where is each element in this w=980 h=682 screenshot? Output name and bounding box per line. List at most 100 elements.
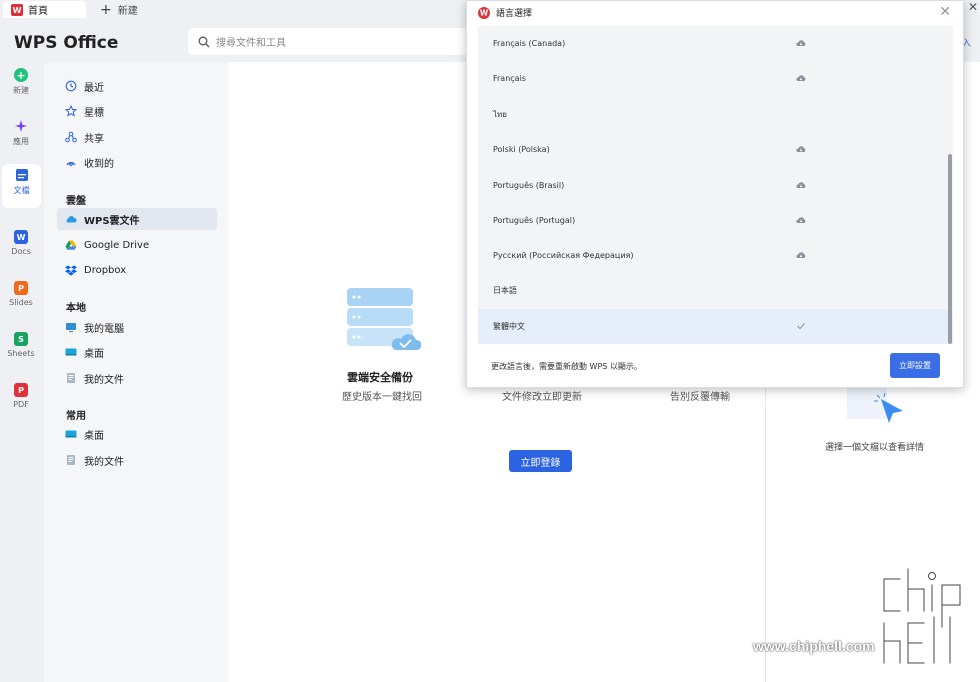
search-input[interactable]: 搜尋文件和工具 xyxy=(188,28,478,55)
language-name: Русский (Российская Федерация) xyxy=(493,251,634,260)
google-drive-icon xyxy=(65,240,77,250)
nav-shared[interactable]: 共享 xyxy=(57,126,217,148)
rail-apps[interactable]: 應用 xyxy=(0,115,42,159)
search-placeholder: 搜尋文件和工具 xyxy=(216,38,286,49)
language-option[interactable]: Français (Canada) xyxy=(478,26,953,61)
language-dialog: W 語言選擇 ✕ Français (Canada) Français ไทย … xyxy=(466,0,964,388)
rail-docs[interactable]: W Docs xyxy=(0,226,42,270)
rail-pdf-label: PDF xyxy=(13,400,29,409)
login-button[interactable]: 立即登錄 xyxy=(509,450,572,472)
language-option-selected[interactable]: 繁體中文 xyxy=(478,309,953,344)
pdf-icon: P xyxy=(14,383,28,397)
rail-docs-label: Docs xyxy=(11,247,31,256)
nav-my-docs[interactable]: 我的文件 xyxy=(57,367,217,389)
cloud-download-icon xyxy=(796,217,806,223)
window-close-icon[interactable]: ✕ xyxy=(968,0,978,14)
cloud-download-icon xyxy=(796,40,806,46)
rail-documents[interactable]: 文檔 xyxy=(2,164,41,208)
nav-recent-label: 最近 xyxy=(84,82,104,94)
wps-logo-icon: W xyxy=(11,3,23,16)
rail-apps-label: 應用 xyxy=(13,137,29,146)
computer-icon xyxy=(66,323,76,333)
nav-dropbox[interactable]: Dropbox xyxy=(57,259,217,281)
nav-my-computer[interactable]: 我的電腦 xyxy=(57,316,217,338)
tab-new-label: 新建 xyxy=(117,6,138,17)
document-icon xyxy=(15,169,28,181)
nav-common-docs-label: 我的文件 xyxy=(84,456,124,468)
nav-common-desktop-label: 桌面 xyxy=(84,430,104,442)
nav-dropbox-label: Dropbox xyxy=(84,264,127,276)
share-icon xyxy=(65,131,77,143)
cloud-download-icon xyxy=(796,146,806,152)
tab-home[interactable]: W 首頁 xyxy=(3,1,86,18)
sparkle-icon xyxy=(15,120,27,132)
dialog-close-icon[interactable]: ✕ xyxy=(939,4,951,20)
language-option[interactable]: Português (Brasil) xyxy=(478,168,953,203)
language-name: Français (Canada) xyxy=(493,39,566,48)
nav-starred[interactable]: 星標 xyxy=(57,100,217,122)
rail-sheets-label: Sheets xyxy=(7,349,35,358)
nav-starred-label: 星標 xyxy=(84,107,104,119)
svg-text:W: W xyxy=(13,6,22,15)
svg-text:W: W xyxy=(480,8,489,17)
language-name: ไทย xyxy=(493,110,507,119)
nav-received-label: 收到的 xyxy=(84,158,114,170)
nav-panel: 最近 星標 共享 收到的 雲盤 WPS雲文件 Google Drive Drop… xyxy=(44,62,229,682)
plus-circle-icon: + xyxy=(14,68,28,82)
language-list-scrollbar[interactable] xyxy=(948,154,952,344)
nav-recent[interactable]: 最近 xyxy=(57,75,217,97)
nav-wps-cloud-label: WPS雲文件 xyxy=(84,215,140,227)
sheets-s-icon: S xyxy=(14,332,28,346)
nav-desktop[interactable]: 桌面 xyxy=(57,341,217,363)
desktop-icon xyxy=(65,430,77,438)
feature-sub-sync: 文件修改立即更新 xyxy=(502,392,582,403)
language-option[interactable]: Português (Portugal) xyxy=(478,203,953,238)
cloud-download-icon xyxy=(796,75,806,81)
rail-new[interactable]: + 新建 xyxy=(0,64,42,108)
nav-google-drive-label: Google Drive xyxy=(84,239,150,251)
cloud-download-icon xyxy=(796,252,806,258)
folder-doc-icon xyxy=(67,373,75,383)
nav-common-desktop[interactable]: 桌面 xyxy=(57,423,217,445)
language-option[interactable]: 日本語 xyxy=(478,273,953,308)
nav-google-drive[interactable]: Google Drive xyxy=(57,234,217,256)
nav-received[interactable]: 收到的 xyxy=(57,151,217,173)
rail-slides-label: Slides xyxy=(9,298,33,307)
wps-logo-icon: W xyxy=(478,6,490,19)
rail-slides[interactable]: P Slides xyxy=(0,277,42,321)
language-name: Português (Brasil) xyxy=(493,181,565,190)
rail-documents-label: 文檔 xyxy=(13,186,30,195)
language-option[interactable]: Русский (Российская Федерация) xyxy=(478,238,953,273)
language-option[interactable]: ไทย xyxy=(478,97,953,132)
app-title: WPS Office xyxy=(14,33,119,53)
rail-pdf[interactable]: P PDF xyxy=(0,379,42,423)
tab-home-label: 首頁 xyxy=(28,6,48,17)
received-icon xyxy=(66,162,76,167)
nav-my-computer-label: 我的電腦 xyxy=(84,323,124,335)
dialog-title: 語言選擇 xyxy=(496,9,533,19)
language-option[interactable]: Français xyxy=(478,61,953,96)
language-list[interactable]: Français (Canada) Français ไทย Polski (P… xyxy=(478,26,953,344)
star-icon xyxy=(65,105,77,117)
rail-sheets[interactable]: S Sheets xyxy=(0,328,42,372)
dialog-header: W 語言選擇 xyxy=(478,6,532,19)
clock-icon xyxy=(65,80,77,92)
dropbox-icon xyxy=(65,265,77,276)
feature-title-backup: 雲端安全備份 xyxy=(347,371,413,384)
language-name: Français xyxy=(493,74,526,83)
nav-section-local: 本地 xyxy=(66,303,86,314)
rail-new-label: 新建 xyxy=(13,86,29,95)
nav-common-docs[interactable]: 我的文件 xyxy=(57,449,217,471)
language-name: 日本語 xyxy=(493,286,517,295)
language-name: Polski (Polska) xyxy=(493,145,550,154)
language-option[interactable]: Polski (Polska) xyxy=(478,132,953,167)
nav-wps-cloud[interactable]: WPS雲文件 xyxy=(57,208,217,230)
desktop-icon xyxy=(65,348,77,356)
new-tab-button[interactable]: + 新建 xyxy=(100,1,138,18)
nav-desktop-label: 桌面 xyxy=(84,348,104,360)
apply-language-button[interactable]: 立即設置 xyxy=(890,353,940,378)
select-document-illustration xyxy=(847,383,903,423)
language-name: 繁體中文 xyxy=(493,322,525,331)
nav-section-common: 常用 xyxy=(66,411,86,422)
plus-icon: + xyxy=(100,1,112,18)
